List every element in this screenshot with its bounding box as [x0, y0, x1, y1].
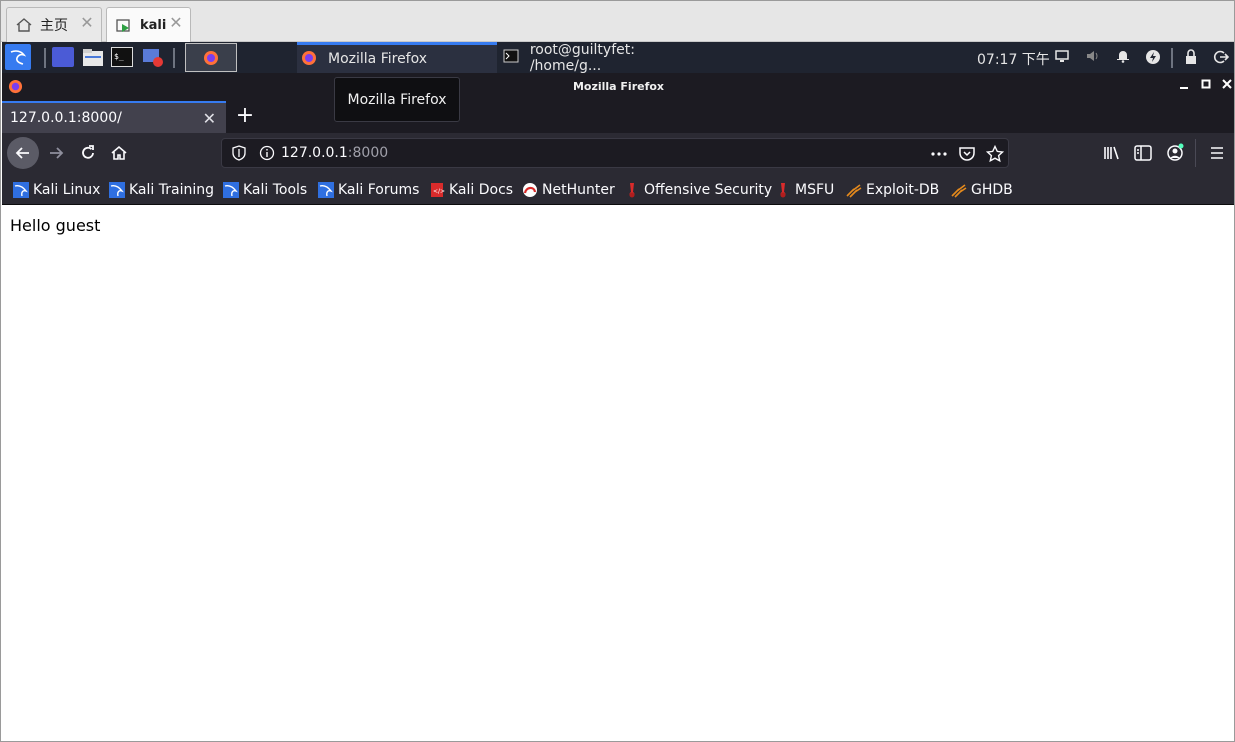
terminal-launcher-icon[interactable]: $_	[111, 47, 133, 67]
file-manager-icon[interactable]	[82, 47, 104, 67]
url-host: 127.0.0.1	[281, 145, 348, 161]
exploitdb-icon	[846, 182, 862, 198]
bookmarks-toolbar: Kali Linux Kali Training Kali Tools Kali…	[2, 173, 1234, 205]
bookmark-label: GHDB	[971, 182, 1013, 198]
close-window-icon[interactable]	[1220, 78, 1234, 94]
toolbar-separator	[1195, 139, 1196, 167]
exploitdb-icon	[951, 182, 967, 198]
bookmark-label: MSFU	[795, 182, 835, 198]
bookmark-label: Exploit-DB	[866, 182, 940, 198]
account-icon[interactable]	[1165, 143, 1185, 163]
site-info-icon[interactable]	[259, 145, 275, 161]
firefox-icon	[301, 50, 319, 68]
offsec-icon	[775, 182, 791, 198]
bookmark-label: Kali Linux	[33, 182, 101, 198]
navigation-toolbar: 127.0.0.1:8000	[2, 133, 1234, 173]
kali-dragon-icon	[13, 182, 29, 198]
taskbar-label: Mozilla Firefox	[328, 51, 428, 67]
hamburger-menu-icon[interactable]	[1207, 143, 1227, 163]
bookmark-nethunter[interactable]: NetHunter	[522, 181, 615, 199]
volume-icon[interactable]	[1085, 49, 1101, 65]
forward-icon[interactable]	[42, 139, 70, 167]
page-content: Hello guest	[2, 206, 1234, 741]
close-tab-icon[interactable]: ✕	[203, 109, 216, 128]
host-tab-label: kali	[140, 18, 167, 33]
notification-bell-icon[interactable]	[1115, 49, 1131, 65]
bookmark-kali-linux[interactable]: Kali Linux	[13, 181, 100, 199]
page-actions-icon[interactable]	[930, 145, 948, 163]
reload-icon[interactable]	[74, 139, 102, 167]
taskbar-label: root@guiltyfet: /home/g...	[529, 41, 635, 74]
sidebar-icon[interactable]	[1133, 143, 1153, 163]
bookmark-label: Kali Tools	[243, 182, 308, 198]
browser-tab-strip: 127.0.0.1:8000/ ✕ +	[2, 101, 1234, 133]
bookmark-kali-docs[interactable]: </> Kali Docs	[429, 181, 513, 199]
power-manager-icon[interactable]	[1145, 49, 1161, 65]
desktop-panel: $_ Mozilla Firefox root@guiltyfet: /home…	[2, 41, 1234, 74]
bookmark-offensive-security[interactable]: Offensive Security	[624, 181, 772, 199]
kali-dragon-icon	[109, 182, 125, 198]
panel-clock[interactable]: 07:17 下午	[977, 49, 1050, 69]
taskbar-firefox[interactable]: Mozilla Firefox	[297, 42, 497, 73]
home-icon	[13, 14, 35, 36]
maximize-icon[interactable]	[1199, 78, 1213, 94]
page-body-text: Hello guest	[10, 216, 101, 235]
terminal-icon	[503, 49, 521, 67]
bookmark-kali-forums[interactable]: Kali Forums	[318, 181, 419, 199]
new-tab-icon[interactable]: +	[234, 105, 256, 127]
bookmark-label: Offensive Security	[644, 182, 773, 198]
workspace-launcher-icon[interactable]	[52, 47, 74, 67]
host-tab-kali[interactable]: kali ✕	[106, 7, 191, 43]
bookmark-label: Kali Docs	[449, 182, 514, 198]
kali-menu-icon[interactable]	[5, 44, 31, 70]
vm-icon	[113, 15, 135, 37]
library-icon[interactable]	[1102, 143, 1122, 163]
bookmark-label: Kali Forums	[338, 182, 420, 198]
host-tab-strip: 主页 ✕ kali ✕	[1, 1, 1234, 43]
bookmark-kali-training[interactable]: Kali Training	[109, 181, 214, 199]
nethunter-icon	[522, 182, 538, 198]
bookmark-label: Kali Training	[129, 182, 214, 198]
window-titlebar[interactable]: Mozilla Firefox	[2, 73, 1234, 101]
taskbar-tooltip: Mozilla Firefox	[334, 77, 460, 122]
close-icon[interactable]: ✕	[79, 15, 95, 31]
tracking-protection-icon[interactable]	[231, 145, 247, 161]
logout-icon[interactable]	[1213, 49, 1230, 65]
url-port: :8000	[347, 145, 389, 161]
browser-tab-label: 127.0.0.1:8000/	[10, 110, 122, 126]
screen-recorder-icon[interactable]	[142, 47, 164, 67]
offsec-icon	[624, 182, 640, 198]
panel-separator	[173, 48, 175, 68]
svg-text:</>: </>	[433, 188, 445, 195]
display-icon[interactable]	[1054, 49, 1070, 65]
bookmark-msfu[interactable]: MSFU	[775, 181, 834, 199]
home-icon[interactable]	[105, 139, 133, 167]
svg-text:$_: $_	[114, 52, 124, 61]
panel-separator	[1171, 48, 1173, 68]
minimize-icon[interactable]	[1177, 78, 1191, 94]
browser-tab[interactable]: 127.0.0.1:8000/ ✕	[2, 101, 226, 133]
bookmark-exploit-db[interactable]: Exploit-DB	[846, 181, 939, 199]
window-title: Mozilla Firefox	[572, 80, 665, 93]
firefox-workspace-icon[interactable]	[185, 43, 237, 72]
back-icon[interactable]	[7, 137, 39, 169]
host-tab-home[interactable]: 主页 ✕	[6, 7, 102, 42]
url-bar[interactable]: 127.0.0.1:8000	[221, 138, 1009, 168]
taskbar-terminal[interactable]: root@guiltyfet: /home/g...	[499, 41, 709, 74]
bookmark-star-icon[interactable]	[985, 144, 1005, 163]
kali-dragon-icon	[318, 182, 334, 198]
kali-docs-icon: </>	[429, 182, 445, 198]
bookmark-kali-tools[interactable]: Kali Tools	[223, 181, 307, 199]
bookmark-label: NetHunter	[542, 182, 615, 198]
close-icon[interactable]: ✕	[168, 15, 184, 31]
host-tab-label: 主页	[40, 18, 68, 34]
url-text[interactable]: 127.0.0.1:8000	[281, 145, 388, 161]
kali-dragon-icon	[223, 182, 239, 198]
pocket-icon[interactable]	[958, 145, 976, 163]
screen: 主页 ✕ kali ✕ $_ Mozilla Firefox root@guil…	[0, 0, 1235, 742]
panel-separator	[44, 48, 46, 68]
lock-icon[interactable]	[1183, 49, 1199, 65]
bookmark-ghdb[interactable]: GHDB	[951, 181, 1013, 199]
